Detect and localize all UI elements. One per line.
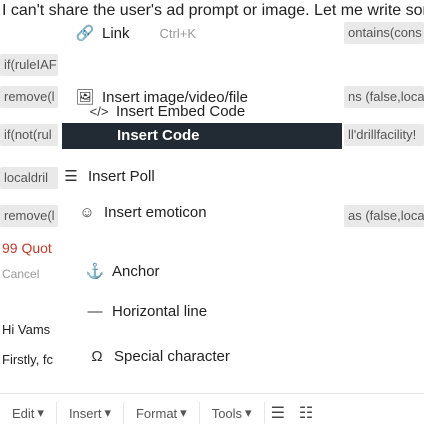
special-character-icon: Ω [91, 347, 103, 365]
cancel-label[interactable]: Cancel [2, 267, 39, 281]
menubar-format-label: Format [135, 405, 178, 421]
background-code-chip: remove(l [0, 86, 58, 108]
background-code-chip: if(not(rul [0, 124, 58, 146]
background-code-chip: localdril [0, 167, 58, 189]
quote-label: 99 Quot [2, 240, 52, 256]
menu-item-label: Anchor [112, 262, 160, 280]
menu-item-label: Horizontal line [112, 302, 208, 320]
bulleted-list-icon[interactable]: ☰ [271, 403, 285, 423]
background-code-chip: as (false,loca [344, 205, 424, 227]
menu-item-horizontal-line[interactable]: — Horizontal line [86, 300, 208, 322]
numbered-list-icon[interactable]: ☷ [299, 403, 313, 423]
emoticon-icon: ☺ [79, 203, 95, 221]
link-icon: 🔗 [75, 25, 95, 42]
menubar-format[interactable]: Format ▾ [124, 402, 200, 424]
post-text-line: Firstly, fc [2, 352, 54, 367]
menu-item-label: Insert Poll [88, 167, 155, 185]
post-text-line: Hi Vams [2, 322, 51, 337]
menubar-tools-label: Tools [211, 405, 243, 421]
horizontal-line-icon: — [87, 302, 103, 320]
background-code-chip: ns (false,loca [344, 86, 424, 108]
menu-item-insert-embed-code[interactable]: </> Insert Embed Code [89, 102, 246, 120]
background-code-chip: ontains(cons [344, 22, 424, 44]
menu-item-insert-code-label[interactable]: Insert Code [117, 123, 200, 149]
background-code-chip: if(ruleIAF [0, 54, 58, 76]
shortcut-label: Ctrl+K [159, 25, 197, 41]
background-code-chip: ll'drillfacility! [344, 124, 424, 146]
chevron-down-icon: ▾ [245, 405, 252, 420]
menu-item-label: Insert emoticon [104, 203, 207, 221]
menu-item-link[interactable]: 🔗 Link Ctrl+K [76, 22, 196, 44]
menubar-insert-label: Insert [68, 405, 102, 421]
menu-item-insert-emoticon[interactable]: ☺ Insert emoticon [78, 201, 207, 223]
menu-item-label: Special character [114, 347, 230, 365]
anchor-icon: ⚓ [85, 263, 105, 280]
page-header-text: I can't share the user's ad prompt or im… [2, 2, 424, 19]
menu-item-insert-code-highlight[interactable] [62, 123, 342, 149]
code-icon: </> [89, 103, 109, 119]
menubar-tools[interactable]: Tools ▾ [200, 402, 265, 424]
editor-toolbar-divider [0, 393, 424, 394]
menu-item-insert-poll[interactable]: ☰ Insert Poll [62, 165, 155, 187]
menubar-insert[interactable]: Insert ▾ [57, 402, 124, 424]
menu-item-anchor[interactable]: ⚓ Anchor [86, 260, 160, 282]
menubar-edit-label: Edit [12, 405, 35, 421]
poll-icon: ☰ [64, 168, 78, 185]
menubar-edit[interactable]: Edit ▾ [0, 402, 57, 424]
menu-item-special-character[interactable]: Ω Special character [88, 345, 230, 367]
menu-item-label: Insert Embed Code [116, 102, 246, 120]
menu-item-label: Link [102, 24, 130, 42]
chevron-down-icon: ▾ [180, 405, 187, 420]
chevron-down-icon: ▾ [104, 405, 111, 420]
background-code-chip: remove(l [0, 205, 58, 227]
editor-menubar: Edit ▾ Insert ▾ Format ▾ Tools ▾ ☰ ☷ [0, 398, 424, 428]
chevron-down-icon: ▾ [37, 405, 44, 420]
